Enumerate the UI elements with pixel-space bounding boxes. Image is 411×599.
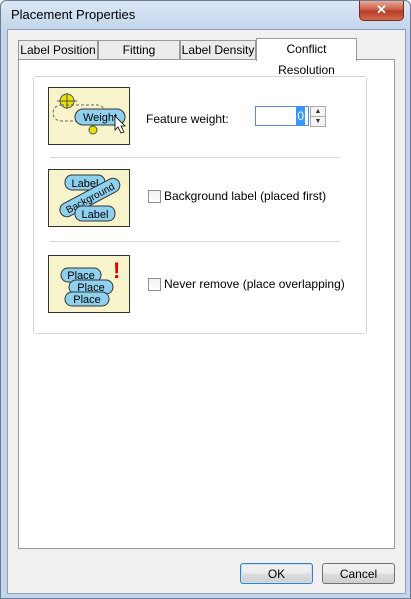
background-illustration-icon: Label Background Label: [59, 174, 121, 222]
never-remove-illustration: Place Place Place !: [48, 255, 130, 313]
window-title: Placement Properties: [11, 7, 136, 22]
svg-text:!: !: [113, 258, 120, 283]
never-remove-checkbox[interactable]: [148, 278, 161, 291]
background-label-illustration: Label Background Label: [48, 169, 130, 227]
background-label-text: Background label (placed first): [164, 189, 327, 203]
ok-button[interactable]: OK: [240, 563, 313, 584]
dialog-client-area: Label Position Fitting Strategy Label De…: [7, 29, 406, 594]
feature-weight-label: Feature weight:: [146, 112, 229, 126]
conflict-resolution-group: Weight Feature weight: 0 ▲ ▼ Label Backg…: [33, 76, 367, 334]
row-divider: [50, 241, 340, 242]
never-remove-text: Never remove (place overlapping): [164, 277, 345, 291]
feature-weight-stepper[interactable]: 0 ▲ ▼: [255, 106, 327, 127]
spin-down-icon[interactable]: ▼: [310, 116, 326, 127]
conflict-resolution-page: Weight Feature weight: 0 ▲ ▼ Label Backg…: [18, 59, 395, 549]
dialog-window: Placement Properties ✕ Label Position Fi…: [0, 0, 411, 599]
place-illustration-icon: Place Place Place !: [60, 258, 120, 307]
tab-fitting-strategy[interactable]: Fitting Strategy: [98, 40, 180, 76]
tab-conflict-resolution[interactable]: Conflict Resolution: [256, 38, 357, 77]
feature-weight-input[interactable]: 0: [255, 106, 309, 126]
svg-text:Place: Place: [73, 294, 101, 306]
weight-illustration-icon: Weight: [52, 93, 126, 135]
cancel-button[interactable]: Cancel: [322, 563, 395, 584]
row-divider: [50, 157, 340, 158]
weight-illustration-word: Weight: [83, 112, 117, 124]
close-button[interactable]: ✕: [359, 1, 404, 21]
tab-label-density[interactable]: Label Density: [180, 40, 256, 59]
svg-text:Label: Label: [82, 209, 109, 221]
feature-weight-illustration: Weight: [48, 87, 130, 145]
background-label-checkbox[interactable]: [148, 190, 161, 203]
tab-label-position[interactable]: Label Position: [18, 40, 98, 59]
title-bar[interactable]: Placement Properties ✕: [1, 1, 410, 29]
